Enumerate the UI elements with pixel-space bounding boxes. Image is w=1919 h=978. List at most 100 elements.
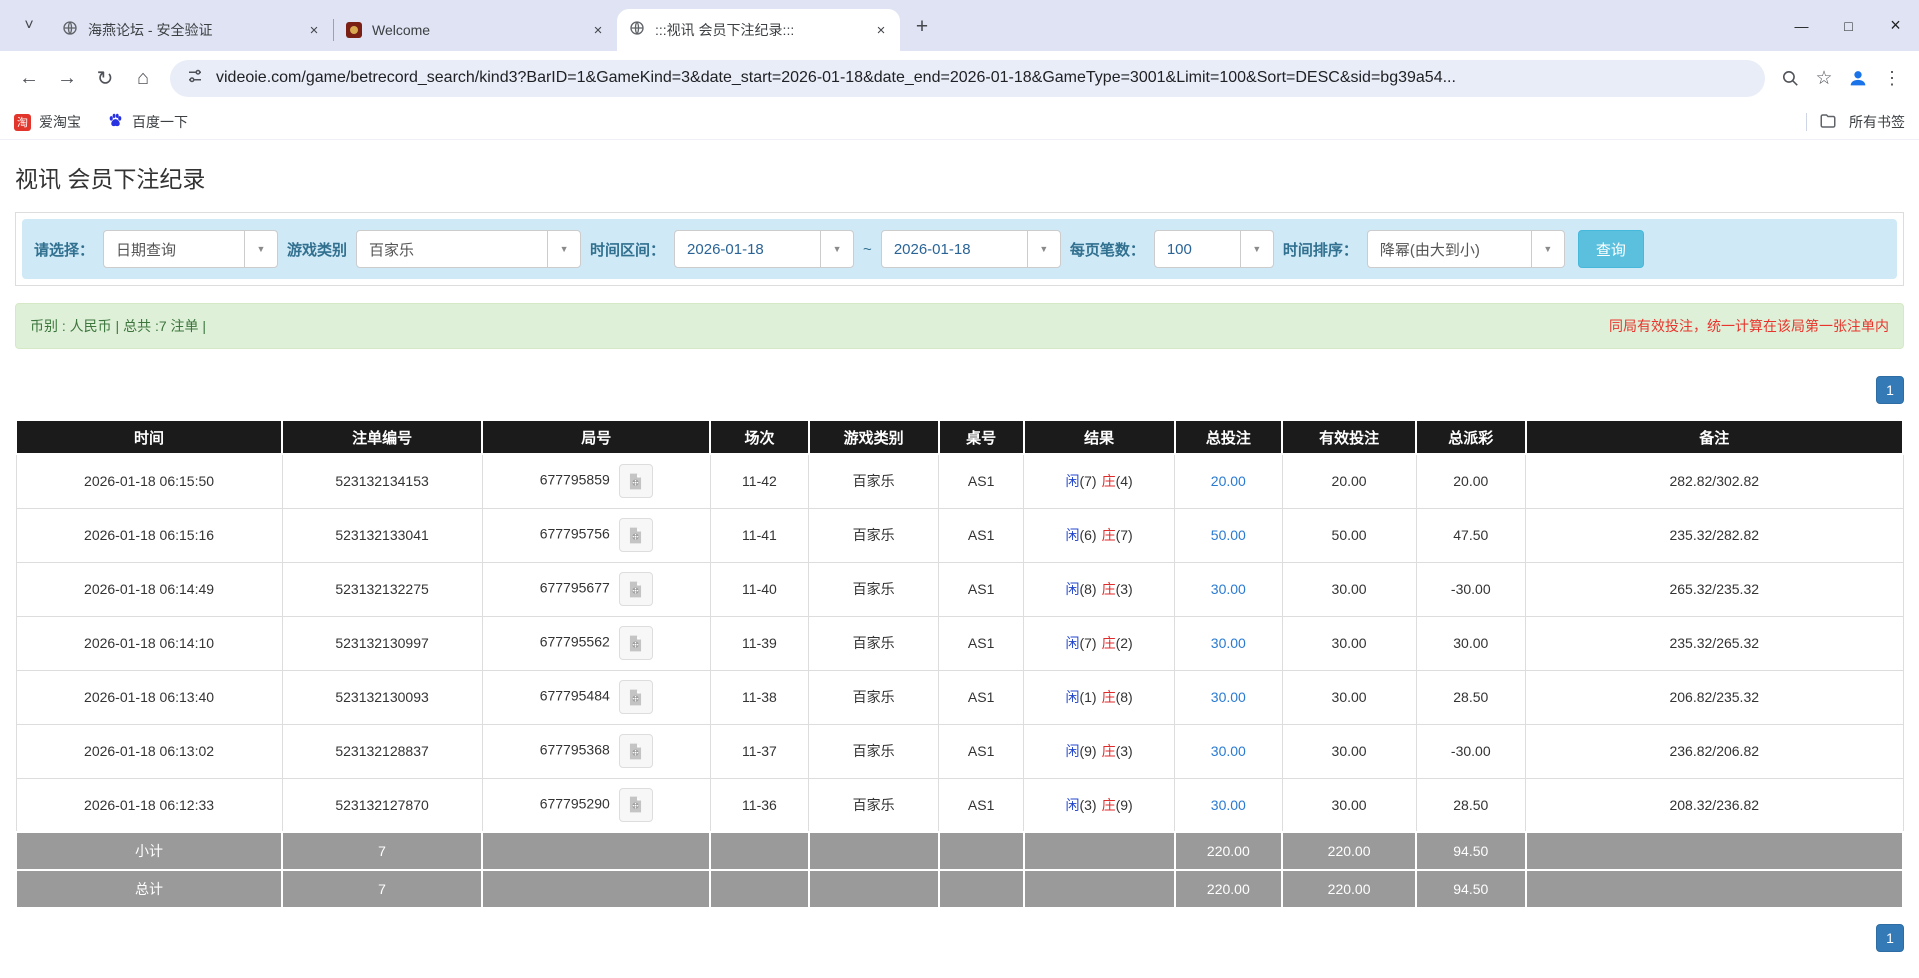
- cell-total-bet: 50.00: [1175, 508, 1283, 562]
- cell-payout: -30.00: [1416, 724, 1525, 778]
- table-body: 2026-01-18 06:15:50 523132134153 6777958…: [16, 454, 1903, 832]
- col-bet-id: 注单编号: [282, 420, 482, 454]
- bookmark-taobao[interactable]: 淘 爱淘宝: [14, 112, 81, 132]
- cell-round: 677795290: [482, 778, 710, 832]
- col-game: 游戏类别: [809, 420, 939, 454]
- zoom-icon[interactable]: [1773, 61, 1807, 95]
- cell-note: 208.32/236.82: [1526, 778, 1904, 832]
- sort-select[interactable]: 降幂(由大到小) ▼: [1367, 230, 1565, 268]
- bookmarks-bar: 淘 爱淘宝 百度一下 所有书签: [0, 105, 1919, 140]
- toolbar: ← → ↻ ⌂ videoie.com/game/betrecord_searc…: [0, 51, 1919, 105]
- subtotal-count: 7: [282, 832, 482, 870]
- cell-valid-bet: 30.00: [1282, 778, 1416, 832]
- date-end-select[interactable]: 2026-01-18 ▼: [881, 230, 1061, 268]
- cell-round: 677795756: [482, 508, 710, 562]
- video-replay-button[interactable]: [619, 680, 653, 714]
- bet-amount-link[interactable]: 30.00: [1211, 797, 1246, 813]
- per-page-select[interactable]: 100 ▼: [1154, 230, 1274, 268]
- page-1-button[interactable]: 1: [1876, 924, 1904, 952]
- cell-session: 11-36: [710, 778, 808, 832]
- col-note: 备注: [1526, 420, 1904, 454]
- col-time: 时间: [16, 420, 282, 454]
- table-row: 2026-01-18 06:13:02 523132128837 6777953…: [16, 724, 1903, 778]
- col-payout: 总派彩: [1416, 420, 1525, 454]
- close-icon[interactable]: ×: [303, 19, 325, 41]
- cell-session: 11-38: [710, 670, 808, 724]
- cell-payout: 20.00: [1416, 454, 1525, 508]
- cell-round: 677795677: [482, 562, 710, 616]
- maximize-button[interactable]: □: [1825, 0, 1872, 51]
- cell-note: 265.32/235.32: [1526, 562, 1904, 616]
- tab-welcome[interactable]: Welcome ×: [334, 9, 617, 51]
- tab-title: Welcome: [372, 22, 577, 38]
- cell-valid-bet: 30.00: [1282, 724, 1416, 778]
- back-icon[interactable]: ←: [10, 59, 48, 97]
- minimize-button[interactable]: —: [1778, 0, 1825, 51]
- sort-label: 时间排序：: [1283, 239, 1358, 260]
- table-row: 2026-01-18 06:14:49 523132132275 6777956…: [16, 562, 1903, 616]
- bet-amount-link[interactable]: 30.00: [1211, 743, 1246, 759]
- video-replay-button[interactable]: [619, 464, 653, 498]
- tab-haiyan-forum[interactable]: 海燕论坛 - 安全验证 ×: [50, 9, 333, 51]
- tab-bet-records[interactable]: :::视讯 会员下注纪录::: ×: [617, 9, 900, 51]
- close-icon[interactable]: ×: [587, 19, 609, 41]
- query-button[interactable]: 查询: [1578, 230, 1644, 268]
- video-replay-button[interactable]: [619, 788, 653, 822]
- cell-result: 闲(6)庄(7): [1024, 508, 1175, 562]
- subtotal-total-bet: 220.00: [1175, 832, 1283, 870]
- video-replay-button[interactable]: [619, 734, 653, 768]
- bookmark-star-icon[interactable]: ☆: [1807, 61, 1841, 95]
- new-tab-button[interactable]: +: [906, 11, 938, 43]
- cell-session: 11-41: [710, 508, 808, 562]
- bet-amount-link[interactable]: 30.00: [1211, 581, 1246, 597]
- site-favicon: [346, 22, 362, 38]
- col-session: 场次: [710, 420, 808, 454]
- cell-table: AS1: [939, 724, 1024, 778]
- home-icon[interactable]: ⌂: [124, 59, 162, 97]
- cell-result: 闲(7)庄(2): [1024, 616, 1175, 670]
- reload-icon[interactable]: ↻: [86, 59, 124, 97]
- site-settings-icon[interactable]: [186, 67, 204, 90]
- cell-valid-bet: 50.00: [1282, 508, 1416, 562]
- cell-note: 282.82/302.82: [1526, 454, 1904, 508]
- game-category-select[interactable]: 百家乐 ▼: [356, 230, 581, 268]
- total-label: 总计: [16, 870, 282, 908]
- url-text: videoie.com/game/betrecord_search/kind3?…: [216, 69, 1456, 87]
- bet-amount-link[interactable]: 30.00: [1211, 635, 1246, 651]
- bet-amount-link[interactable]: 20.00: [1211, 473, 1246, 489]
- cell-result: 闲(3)庄(9): [1024, 778, 1175, 832]
- bet-amount-link[interactable]: 30.00: [1211, 689, 1246, 705]
- page-1-button[interactable]: 1: [1876, 376, 1904, 404]
- video-replay-button[interactable]: [619, 626, 653, 660]
- cell-total-bet: 30.00: [1175, 616, 1283, 670]
- cell-time: 2026-01-18 06:13:02: [16, 724, 282, 778]
- table-row: 2026-01-18 06:13:40 523132130093 6777954…: [16, 670, 1903, 724]
- cell-time: 2026-01-18 06:12:33: [16, 778, 282, 832]
- all-bookmarks-label[interactable]: 所有书签: [1849, 112, 1905, 132]
- forward-icon[interactable]: →: [48, 59, 86, 97]
- summary-bar: 币别 : 人民币 | 总共 :7 注单 | 同局有效投注，统一计算在该局第一张注…: [15, 303, 1904, 349]
- pagination-bottom: 1: [15, 924, 1904, 952]
- cell-game: 百家乐: [809, 724, 939, 778]
- date-start-select[interactable]: 2026-01-18 ▼: [674, 230, 854, 268]
- cell-total-bet: 30.00: [1175, 778, 1283, 832]
- query-type-select[interactable]: 日期查询 ▼: [103, 230, 278, 268]
- subtotal-valid-bet: 220.00: [1282, 832, 1416, 870]
- close-icon[interactable]: ×: [870, 19, 892, 41]
- menu-dots-icon[interactable]: ⋮: [1875, 61, 1909, 95]
- address-bar[interactable]: videoie.com/game/betrecord_search/kind3?…: [170, 60, 1765, 97]
- cell-session: 11-40: [710, 562, 808, 616]
- tab-search-button[interactable]: ˅: [12, 9, 46, 43]
- cell-total-bet: 20.00: [1175, 454, 1283, 508]
- chevron-down-icon: ▼: [1531, 231, 1564, 267]
- video-replay-button[interactable]: [619, 518, 653, 552]
- subtotal-row: 小计 7 220.00 220.00 94.50: [16, 832, 1903, 870]
- cell-result: 闲(9)庄(3): [1024, 724, 1175, 778]
- page-title: 视讯 会员下注纪录: [15, 160, 1904, 194]
- window-close-button[interactable]: ×: [1872, 0, 1919, 51]
- bookmark-baidu[interactable]: 百度一下: [107, 112, 188, 132]
- profile-avatar[interactable]: [1841, 61, 1875, 95]
- cell-valid-bet: 20.00: [1282, 454, 1416, 508]
- video-replay-button[interactable]: [619, 572, 653, 606]
- bet-amount-link[interactable]: 50.00: [1211, 527, 1246, 543]
